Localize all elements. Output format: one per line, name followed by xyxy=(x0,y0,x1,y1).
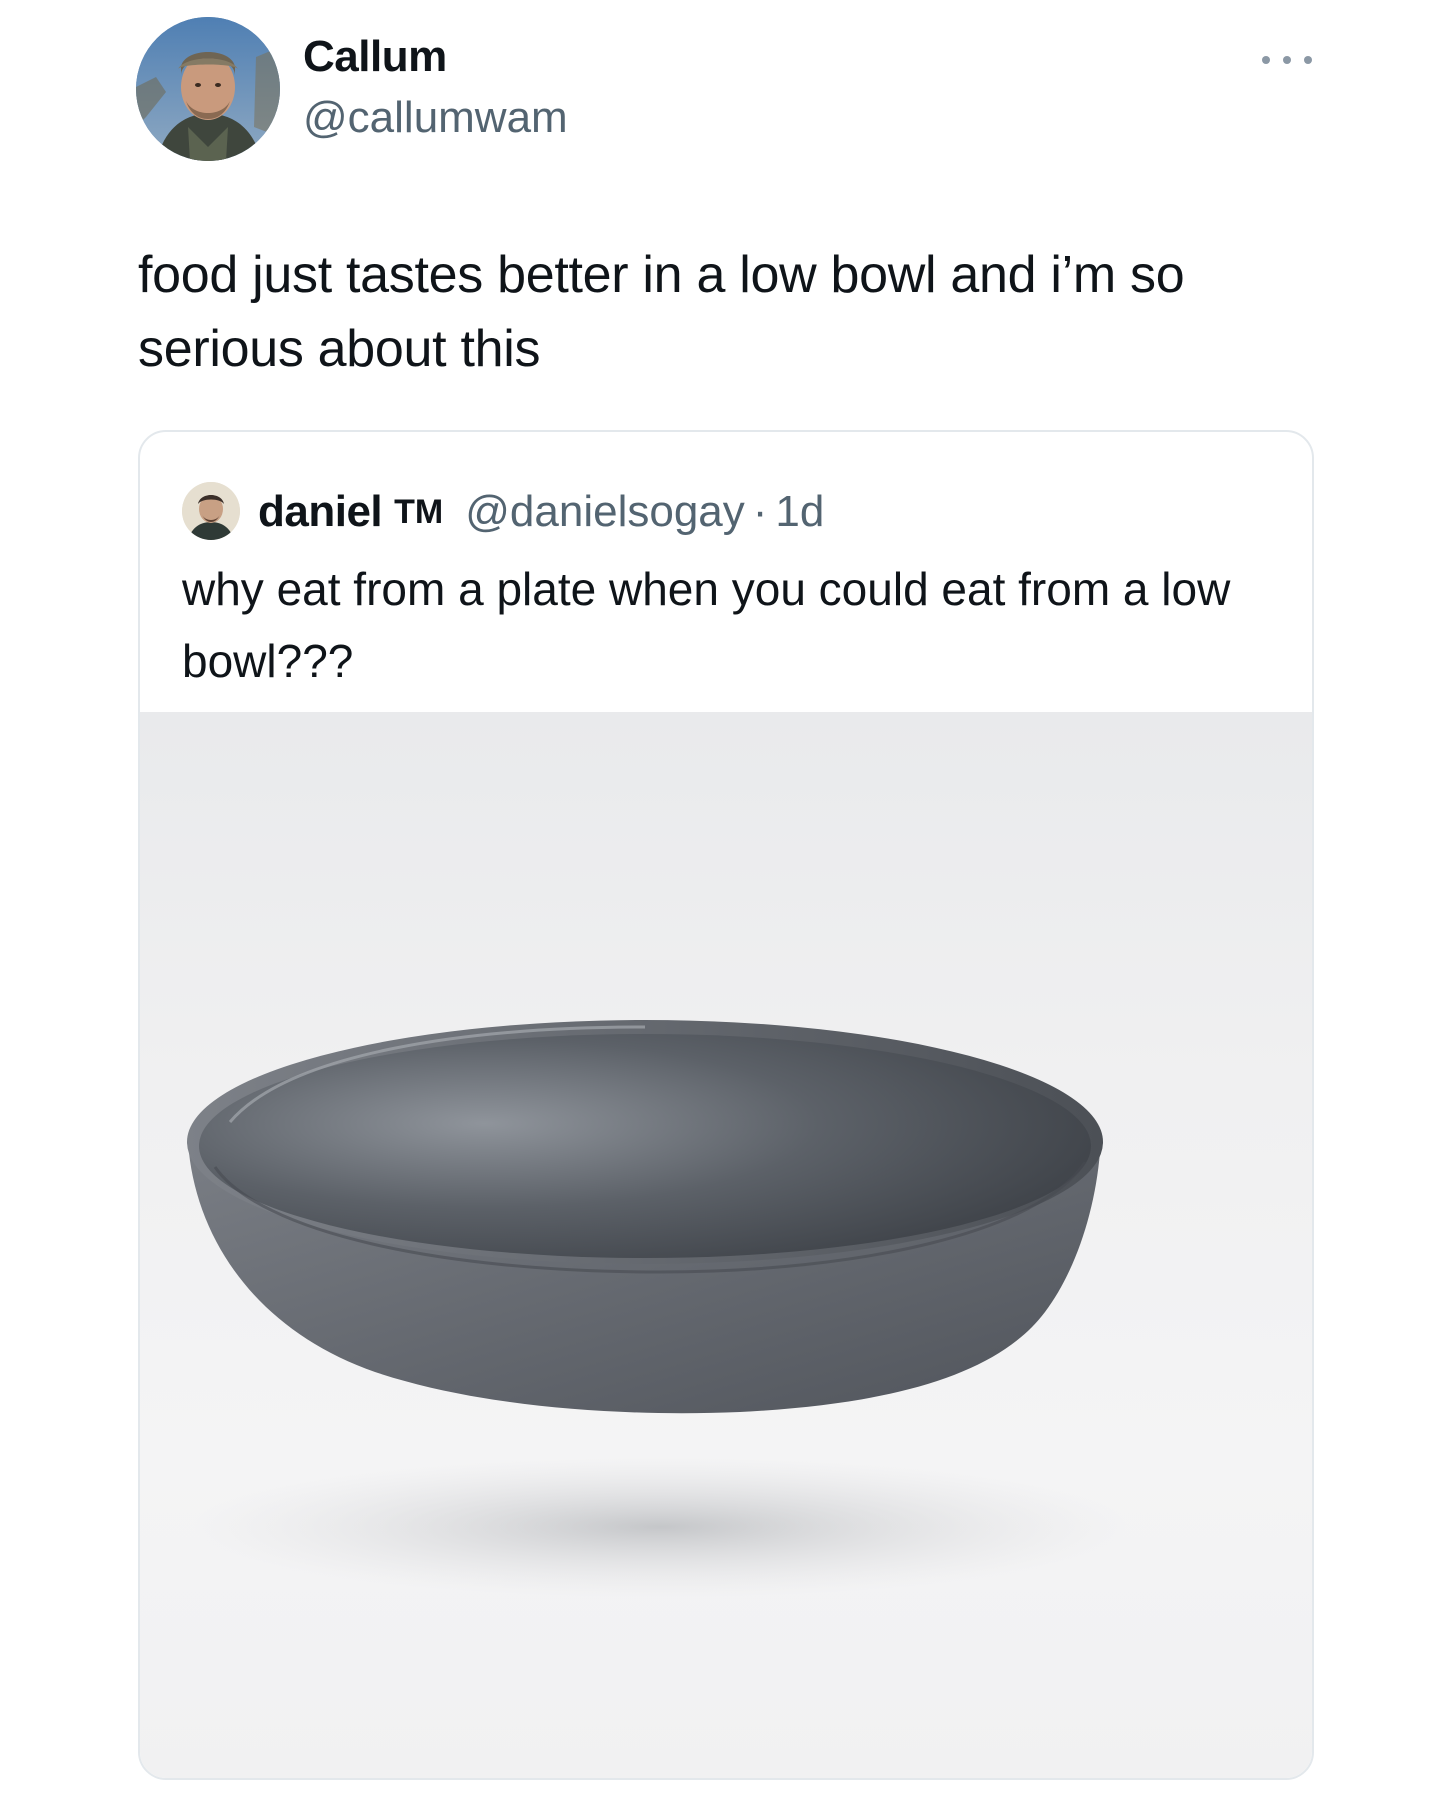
tweet: Callum @callumwam food just tastes bette… xyxy=(0,0,1440,1796)
quoted-tweet-card[interactable]: daniel TM @danielsogay · 1d why eat from… xyxy=(138,430,1314,1780)
quoted-tweet-time[interactable]: 1d xyxy=(775,487,824,537)
low-bowl-image[interactable] xyxy=(140,712,1312,1778)
author-avatar[interactable] xyxy=(136,17,280,161)
more-horizontal-icon[interactable] xyxy=(1262,50,1312,70)
quoted-author-name[interactable]: daniel xyxy=(258,487,383,537)
author-name[interactable]: Callum xyxy=(303,32,447,82)
quoted-author-handle[interactable]: @danielsogay xyxy=(465,487,745,537)
separator: · xyxy=(752,487,768,536)
quoted-tweet-text: why eat from a plate when you could eat … xyxy=(182,563,1231,687)
author-handle[interactable]: @callumwam xyxy=(303,93,568,143)
quoted-author-avatar[interactable] xyxy=(182,482,240,540)
dot xyxy=(1262,56,1270,64)
quoted-tweet-header: daniel TM @danielsogay · 1d xyxy=(258,482,824,542)
dot xyxy=(1304,56,1312,64)
dot xyxy=(1283,56,1291,64)
tweet-text: food just tastes better in a low bowl an… xyxy=(138,246,1185,378)
quoted-author-badge: TM xyxy=(394,492,444,531)
